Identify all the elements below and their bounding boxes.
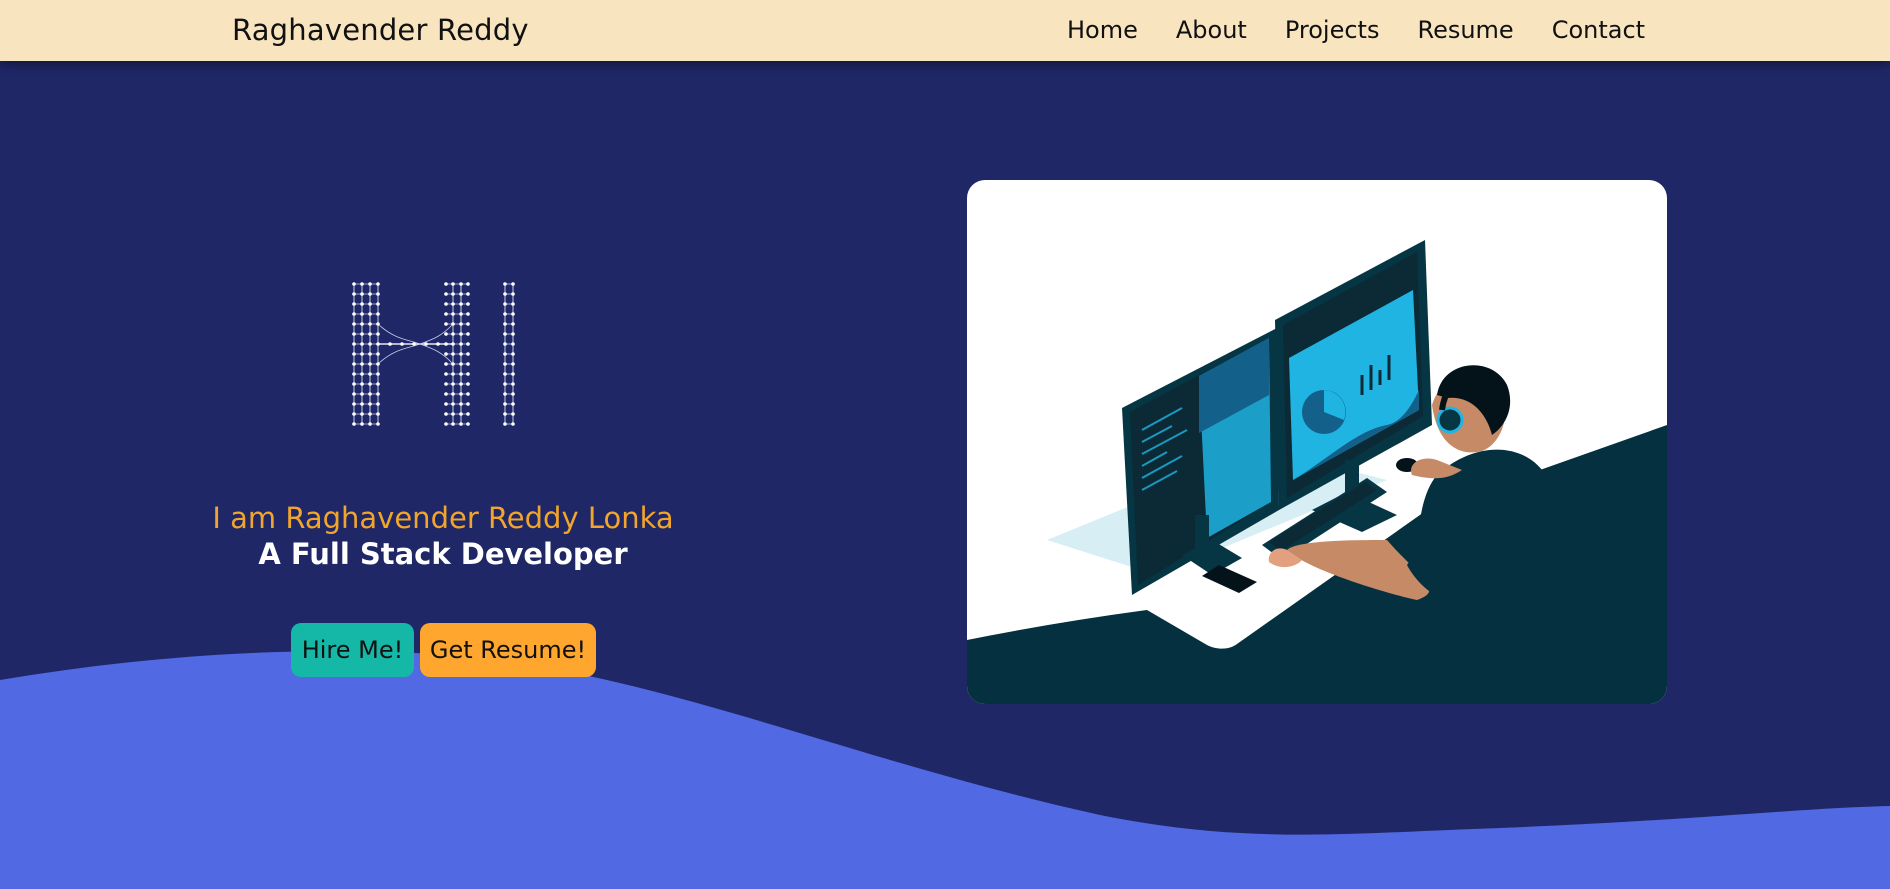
developer-at-desk-icon: [967, 240, 1667, 704]
brand-link[interactable]: Raghavender Reddy: [232, 13, 529, 47]
nav-link-about[interactable]: About: [1176, 16, 1247, 44]
nav-link-home[interactable]: Home: [1067, 16, 1138, 44]
intro-name: I am Raghavender Reddy Lonka: [212, 501, 674, 535]
nav-link-projects[interactable]: Projects: [1285, 16, 1380, 44]
nav-link-resume[interactable]: Resume: [1417, 16, 1513, 44]
navbar: Raghavender Reddy Home About Projects Re…: [0, 0, 1890, 61]
nav-links: Home About Projects Resume Contact: [1067, 16, 1645, 44]
get-resume-button[interactable]: Get Resume!: [420, 623, 596, 677]
hi-network-graphic: [352, 282, 515, 426]
hire-me-button[interactable]: Hire Me!: [291, 623, 414, 677]
nav-link-contact[interactable]: Contact: [1552, 16, 1645, 44]
developer-illustration: [967, 180, 1667, 704]
intro-role: A Full Stack Developer: [258, 537, 628, 571]
